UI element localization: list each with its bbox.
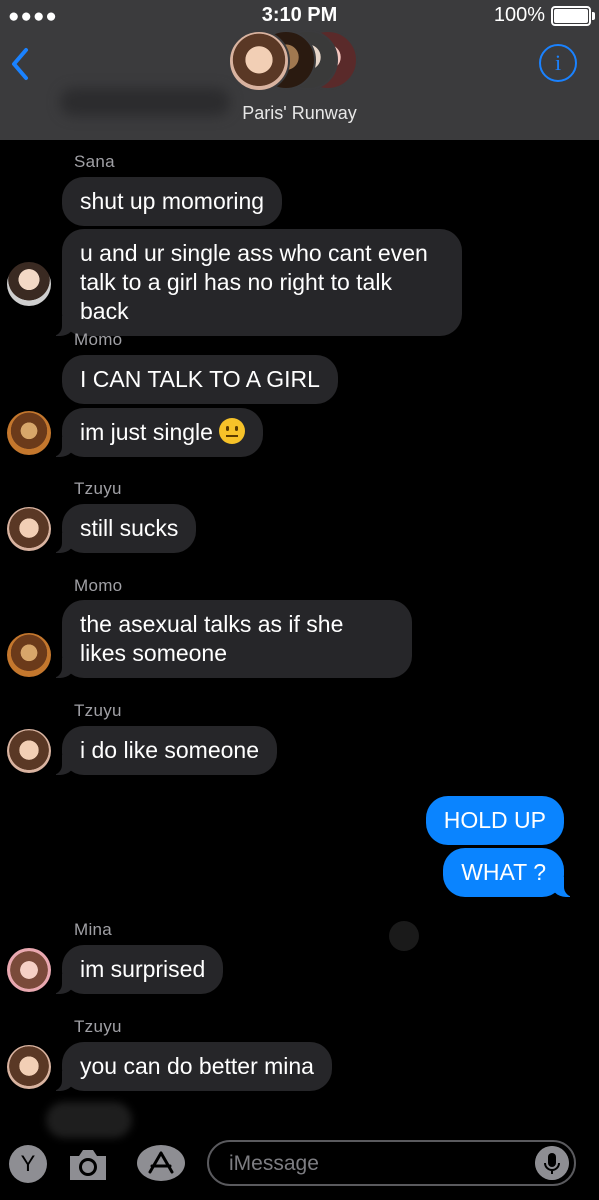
outgoing-message-bubble[interactable]: HOLD UP: [425, 796, 564, 845]
message-bubble[interactable]: still sucks: [49, 504, 197, 553]
info-icon[interactable]: i: [539, 44, 577, 82]
emoji-neutral-face: [219, 418, 246, 444]
sender-name: Tzuyu: [74, 701, 122, 720]
microphone-icon[interactable]: [535, 1146, 569, 1180]
sender-name: Mina: [74, 920, 113, 939]
message-text: im just single: [80, 419, 213, 445]
app-store-icon[interactable]: [136, 1144, 186, 1182]
blurred-typing-indicator: [46, 1102, 132, 1138]
sender-name: Momo: [74, 330, 123, 349]
apps-button[interactable]: Y: [9, 1145, 47, 1183]
outgoing-message-bubble[interactable]: WHAT ?: [443, 848, 576, 897]
group-avatars[interactable]: [228, 30, 358, 92]
message-bubble[interactable]: you can do better mina: [50, 1042, 332, 1091]
group-name[interactable]: Paris' Runway: [0, 103, 599, 124]
message-bubble[interactable]: im just single: [49, 408, 264, 457]
blurred-dot: [389, 921, 419, 951]
message-bubble[interactable]: i do like someone: [50, 726, 277, 775]
message-bubble[interactable]: the asexual talks as if she likes someon…: [50, 600, 412, 678]
avatar-tzuyu: [7, 507, 51, 551]
message-input[interactable]: iMessage: [207, 1140, 576, 1186]
message-bubble[interactable]: u and ur single ass who cant even talk t…: [50, 229, 462, 336]
message-bubble[interactable]: I CAN TALK TO A GIRL: [62, 355, 338, 404]
sender-name: Tzuyu: [74, 479, 122, 498]
avatar-mina: [7, 948, 51, 992]
battery-status: 100%: [493, 4, 595, 27]
sender-name: Momo: [74, 576, 123, 595]
group-avatar-1: [228, 30, 290, 92]
battery-percent: 100%: [493, 4, 545, 26]
avatar-momo: [7, 411, 51, 455]
camera-icon[interactable]: [66, 1144, 110, 1184]
message-input-placeholder: iMessage: [229, 1152, 319, 1175]
sender-name: Tzuyu: [74, 1017, 122, 1036]
avatar-tzuyu: [7, 729, 51, 773]
avatar-tzuyu: [7, 1045, 51, 1089]
sender-name: Sana: [74, 152, 115, 171]
battery-icon: [551, 5, 595, 26]
conversation-header: ●●●● 3:10 PM 100% Paris' Runway i: [0, 0, 599, 140]
avatar-momo: [7, 633, 51, 677]
message-bubble[interactable]: shut up momoring: [62, 177, 283, 226]
avatar-sana: [7, 262, 51, 306]
message-bubble[interactable]: im surprised: [49, 945, 224, 994]
back-chevron-icon[interactable]: [6, 44, 36, 84]
